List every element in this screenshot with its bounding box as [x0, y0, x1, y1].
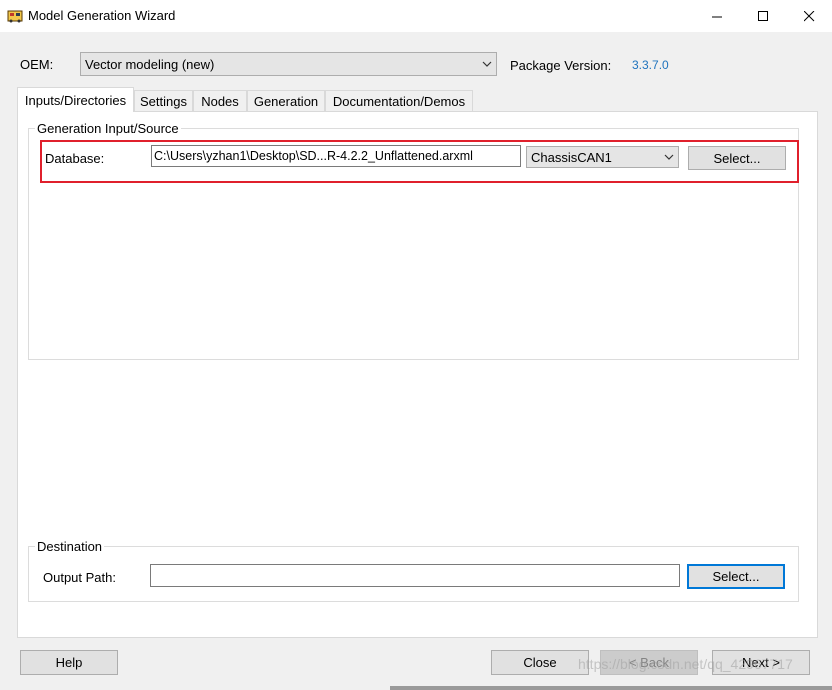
tab-settings[interactable]: Settings — [134, 90, 193, 111]
database-path-field[interactable]: C:\Users\yzhan1\Desktop\SD...R-4.2.2_Unf… — [151, 145, 521, 167]
tab-documentation-demos[interactable]: Documentation/Demos — [325, 90, 473, 111]
app-icon — [7, 10, 23, 23]
channel-dropdown[interactable]: ChassisCAN1 — [526, 146, 679, 168]
chevron-down-icon — [664, 154, 674, 160]
oem-dropdown[interactable]: Vector modeling (new) — [80, 52, 497, 76]
database-label: Database: — [45, 151, 105, 166]
title-bar: Model Generation Wizard — [0, 0, 832, 32]
close-button[interactable]: Close — [491, 650, 589, 675]
oem-label: OEM: — [20, 57, 54, 72]
database-select-button[interactable]: Select... — [688, 146, 786, 170]
bottom-edge — [0, 686, 832, 690]
output-path-label: Output Path: — [43, 570, 116, 585]
tab-inputs-directories[interactable]: Inputs/Directories — [17, 87, 134, 112]
window-title: Model Generation Wizard — [28, 8, 176, 23]
oem-value: Vector modeling (new) — [85, 56, 215, 72]
generation-input-group-label: Generation Input/Source — [35, 121, 181, 136]
next-button[interactable]: Next > — [712, 650, 810, 675]
maximize-button[interactable] — [740, 0, 786, 32]
chevron-down-icon — [482, 61, 492, 67]
package-version-label: Package Version: — [510, 58, 612, 73]
close-window-button[interactable] — [786, 0, 832, 32]
minimize-icon — [711, 16, 722, 17]
tab-nodes[interactable]: Nodes — [193, 90, 247, 111]
back-button[interactable]: < Back — [600, 650, 698, 675]
close-icon — [803, 10, 814, 21]
maximize-icon — [757, 10, 768, 21]
help-button[interactable]: Help — [20, 650, 118, 675]
tab-generation[interactable]: Generation — [247, 90, 325, 111]
channel-value: ChassisCAN1 — [531, 149, 612, 165]
output-path-field[interactable] — [150, 564, 680, 587]
minimize-button[interactable] — [694, 0, 740, 32]
package-version-value: 3.3.7.0 — [632, 58, 669, 72]
output-select-button[interactable]: Select... — [687, 564, 785, 589]
destination-group-label: Destination — [35, 539, 105, 554]
